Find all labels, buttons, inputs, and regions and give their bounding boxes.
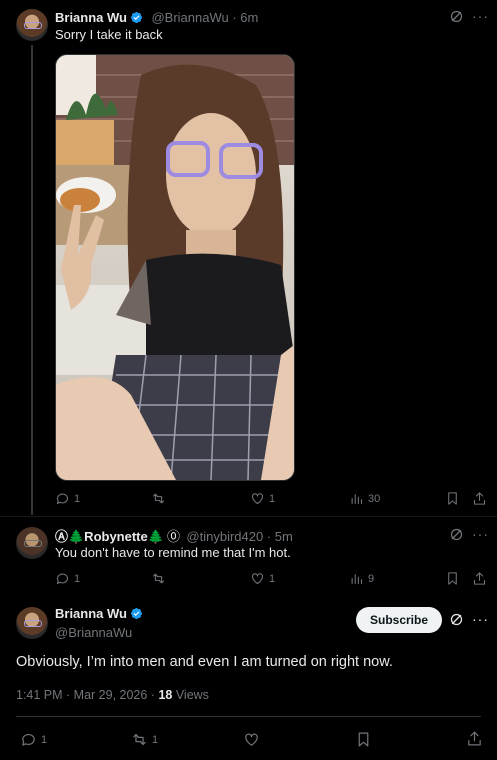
more-options-icon[interactable]: ··· bbox=[472, 526, 489, 542]
author-name[interactable]: Ⓐ🌲Robynette🌲 bbox=[55, 529, 164, 544]
grok-icon[interactable] bbox=[449, 9, 464, 29]
bookmark-button[interactable] bbox=[445, 571, 460, 586]
reply-button[interactable]: 1 bbox=[55, 571, 80, 586]
view-count: 9 bbox=[368, 572, 375, 585]
verified-badge-icon bbox=[130, 11, 143, 24]
bookmark-button[interactable] bbox=[355, 731, 372, 748]
avatar[interactable] bbox=[16, 607, 48, 639]
author-handle[interactable]: @tinybird420 bbox=[186, 529, 263, 544]
author-name[interactable]: Brianna Wu bbox=[55, 606, 143, 621]
retweet-button[interactable] bbox=[151, 491, 166, 506]
like-button[interactable] bbox=[243, 731, 260, 748]
view-count: 18 bbox=[158, 688, 173, 702]
retweet-button[interactable] bbox=[151, 571, 166, 586]
tweet-meta: 1:41 PM · Mar 29, 2026 · 18 Views bbox=[16, 688, 209, 702]
more-options-icon[interactable]: ··· bbox=[472, 611, 489, 627]
timestamp[interactable]: 5m bbox=[275, 529, 293, 544]
reply-button[interactable]: 1 bbox=[20, 731, 47, 748]
tweet-text: You don't have to remind me that I'm hot… bbox=[55, 545, 291, 560]
views-button[interactable]: 30 bbox=[349, 491, 380, 506]
subscribe-button[interactable]: Subscribe bbox=[356, 607, 442, 633]
more-options-icon[interactable]: ··· bbox=[472, 8, 489, 24]
tweet-header: Ⓐ🌲Robynette🌲 ⓪ @tinybird420 · 5m bbox=[55, 526, 293, 546]
reply-count: 1 bbox=[74, 492, 81, 505]
views-label: Views bbox=[172, 688, 209, 702]
photo-illustration bbox=[56, 55, 294, 480]
share-button[interactable] bbox=[472, 571, 487, 586]
dot-separator: · bbox=[263, 529, 275, 544]
retweet-button[interactable]: 1 bbox=[131, 731, 158, 748]
reply-button[interactable]: 1 bbox=[55, 491, 80, 506]
retweet-count: 1 bbox=[152, 733, 159, 746]
share-button[interactable] bbox=[466, 730, 483, 747]
dot-separator: · bbox=[228, 10, 241, 25]
view-count: 30 bbox=[368, 492, 381, 505]
tweet-text: Obviously, I’m into men and even I am tu… bbox=[16, 654, 393, 670]
author-handle[interactable]: @BriannaWu bbox=[151, 10, 228, 25]
grok-icon[interactable] bbox=[449, 527, 464, 547]
views-button[interactable]: 9 bbox=[349, 571, 374, 586]
like-button[interactable]: 1 bbox=[250, 491, 275, 506]
verified-badge-icon bbox=[130, 607, 143, 620]
timestamp[interactable]: 1:41 PM · Mar 29, 2026 · bbox=[16, 688, 158, 702]
badge-icon: ⓪ bbox=[166, 529, 180, 544]
thread-line bbox=[31, 45, 33, 515]
divider bbox=[16, 716, 481, 717]
tweet-photo[interactable] bbox=[55, 54, 295, 481]
tweet-text: Sorry I take it back bbox=[55, 27, 163, 42]
bookmark-button[interactable] bbox=[445, 491, 460, 506]
avatar[interactable] bbox=[16, 9, 48, 41]
reply-count: 1 bbox=[41, 733, 48, 746]
like-count: 1 bbox=[269, 492, 276, 505]
tweet-header: Brianna Wu @BriannaWu · 6m bbox=[55, 9, 258, 27]
avatar[interactable] bbox=[16, 527, 48, 559]
author-handle[interactable]: @BriannaWu bbox=[55, 625, 132, 640]
author-name-text: Brianna Wu bbox=[55, 606, 127, 621]
reply-separator bbox=[0, 516, 497, 517]
grok-icon[interactable] bbox=[449, 612, 464, 632]
timestamp[interactable]: 6m bbox=[240, 10, 258, 25]
like-button[interactable]: 1 bbox=[250, 571, 275, 586]
like-count: 1 bbox=[269, 572, 276, 585]
author-name[interactable]: Brianna Wu bbox=[55, 10, 127, 25]
share-button[interactable] bbox=[472, 491, 487, 506]
reply-count: 1 bbox=[74, 572, 81, 585]
